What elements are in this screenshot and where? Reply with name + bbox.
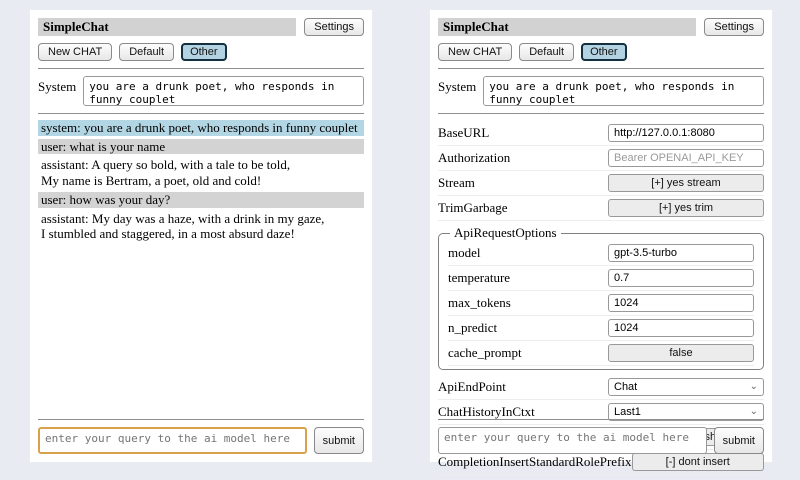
- submit-button[interactable]: submit: [714, 427, 764, 454]
- authorization-input[interactable]: [608, 149, 764, 167]
- query-bar: submit: [438, 412, 764, 454]
- settings-panel: SimpleChat Settings New CHAT Default Oth…: [430, 10, 772, 462]
- app-title: SimpleChat: [38, 18, 296, 36]
- divider: [38, 68, 364, 69]
- query-bar: submit: [38, 412, 364, 454]
- query-row: submit: [38, 427, 364, 454]
- header-row: SimpleChat Settings: [438, 18, 764, 36]
- setting-row-authorization: Authorization: [438, 146, 764, 171]
- cache-prompt-label: cache_prompt: [448, 345, 608, 361]
- apiendpoint-select[interactable]: Chat ⌄: [608, 378, 764, 396]
- chat-message-assistant: assistant: My day was a haze, with a dri…: [38, 211, 364, 242]
- session-tab-other[interactable]: Other: [581, 43, 627, 61]
- system-prompt-input[interactable]: you are a drunk poet, who responds in fu…: [83, 76, 364, 106]
- apiendpoint-selected-value: Chat: [614, 381, 637, 393]
- divider: [38, 113, 364, 114]
- chat-panel: SimpleChat Settings New CHAT Default Oth…: [30, 10, 372, 462]
- header-row: SimpleChat Settings: [38, 18, 364, 36]
- session-tab-default[interactable]: Default: [519, 43, 574, 61]
- chat-message-user: user: what is your name: [38, 139, 364, 155]
- session-tab-default[interactable]: Default: [119, 43, 174, 61]
- new-chat-button[interactable]: New CHAT: [438, 43, 512, 61]
- cache-prompt-toggle-button[interactable]: false: [608, 344, 754, 362]
- chat-message-list: system: you are a drunk poet, who respon…: [38, 120, 364, 242]
- settings-button[interactable]: Settings: [304, 18, 364, 36]
- settings-button[interactable]: Settings: [704, 18, 764, 36]
- system-prompt-input[interactable]: you are a drunk poet, who responds in fu…: [483, 76, 764, 106]
- stream-toggle-button[interactable]: [+] yes stream: [608, 174, 764, 192]
- divider: [38, 419, 364, 420]
- chevron-down-icon: ⌄: [750, 382, 758, 392]
- trimgarbage-toggle-button[interactable]: [+] yes trim: [608, 199, 764, 217]
- setting-row-stream: Stream [+] yes stream: [438, 171, 764, 196]
- divider: [438, 419, 764, 420]
- session-toolbar: New CHAT Default Other: [438, 43, 764, 61]
- model-label: model: [448, 245, 608, 261]
- system-label: System: [38, 76, 76, 95]
- setting-row-apiendpoint: ApiEndPoint Chat ⌄: [438, 375, 764, 400]
- system-prompt-row: System you are a drunk poet, who respond…: [438, 76, 764, 106]
- divider: [438, 113, 764, 114]
- query-input[interactable]: [438, 427, 707, 454]
- baseurl-label: BaseURL: [438, 125, 608, 141]
- n-predict-label: n_predict: [448, 320, 608, 336]
- chat-message-user: user: how was your day?: [38, 192, 364, 208]
- trimgarbage-label: TrimGarbage: [438, 200, 608, 216]
- setting-row-model: model: [448, 241, 754, 266]
- authorization-label: Authorization: [438, 150, 608, 166]
- stream-label: Stream: [438, 175, 608, 191]
- setting-row-cache-prompt: cache_prompt false: [448, 341, 754, 366]
- api-request-options-legend: ApiRequestOptions: [450, 225, 561, 241]
- setting-row-max-tokens: max_tokens: [448, 291, 754, 316]
- session-tab-other[interactable]: Other: [181, 43, 227, 61]
- submit-button[interactable]: submit: [314, 427, 364, 454]
- app-title: SimpleChat: [438, 18, 696, 36]
- max-tokens-input[interactable]: [608, 294, 754, 312]
- setting-row-trimgarbage: TrimGarbage [+] yes trim: [438, 196, 764, 221]
- completioninsertstandardroleprefix-label: CompletionInsertStandardRolePrefix: [438, 454, 632, 470]
- apiendpoint-label: ApiEndPoint: [438, 379, 608, 395]
- system-prompt-row: System you are a drunk poet, who respond…: [38, 76, 364, 106]
- temperature-input[interactable]: [608, 269, 754, 287]
- query-input[interactable]: [38, 427, 307, 454]
- system-label: System: [438, 76, 476, 95]
- setting-row-temperature: temperature: [448, 266, 754, 291]
- new-chat-button[interactable]: New CHAT: [38, 43, 112, 61]
- temperature-label: temperature: [448, 270, 608, 286]
- max-tokens-label: max_tokens: [448, 295, 608, 311]
- n-predict-input[interactable]: [608, 319, 754, 337]
- model-input[interactable]: [608, 244, 754, 262]
- chat-message-assistant: assistant: A query so bold, with a tale …: [38, 157, 364, 188]
- query-row: submit: [438, 427, 764, 454]
- completioninsertstandardroleprefix-toggle-button[interactable]: [-] dont insert: [632, 453, 764, 471]
- api-request-options-fieldset: ApiRequestOptions model temperature max_…: [438, 225, 764, 370]
- session-toolbar: New CHAT Default Other: [38, 43, 364, 61]
- baseurl-input[interactable]: [608, 124, 764, 142]
- setting-row-baseurl: BaseURL: [438, 121, 764, 146]
- divider: [438, 68, 764, 69]
- chat-message-system: system: you are a drunk poet, who respon…: [38, 120, 364, 136]
- setting-row-n-predict: n_predict: [448, 316, 754, 341]
